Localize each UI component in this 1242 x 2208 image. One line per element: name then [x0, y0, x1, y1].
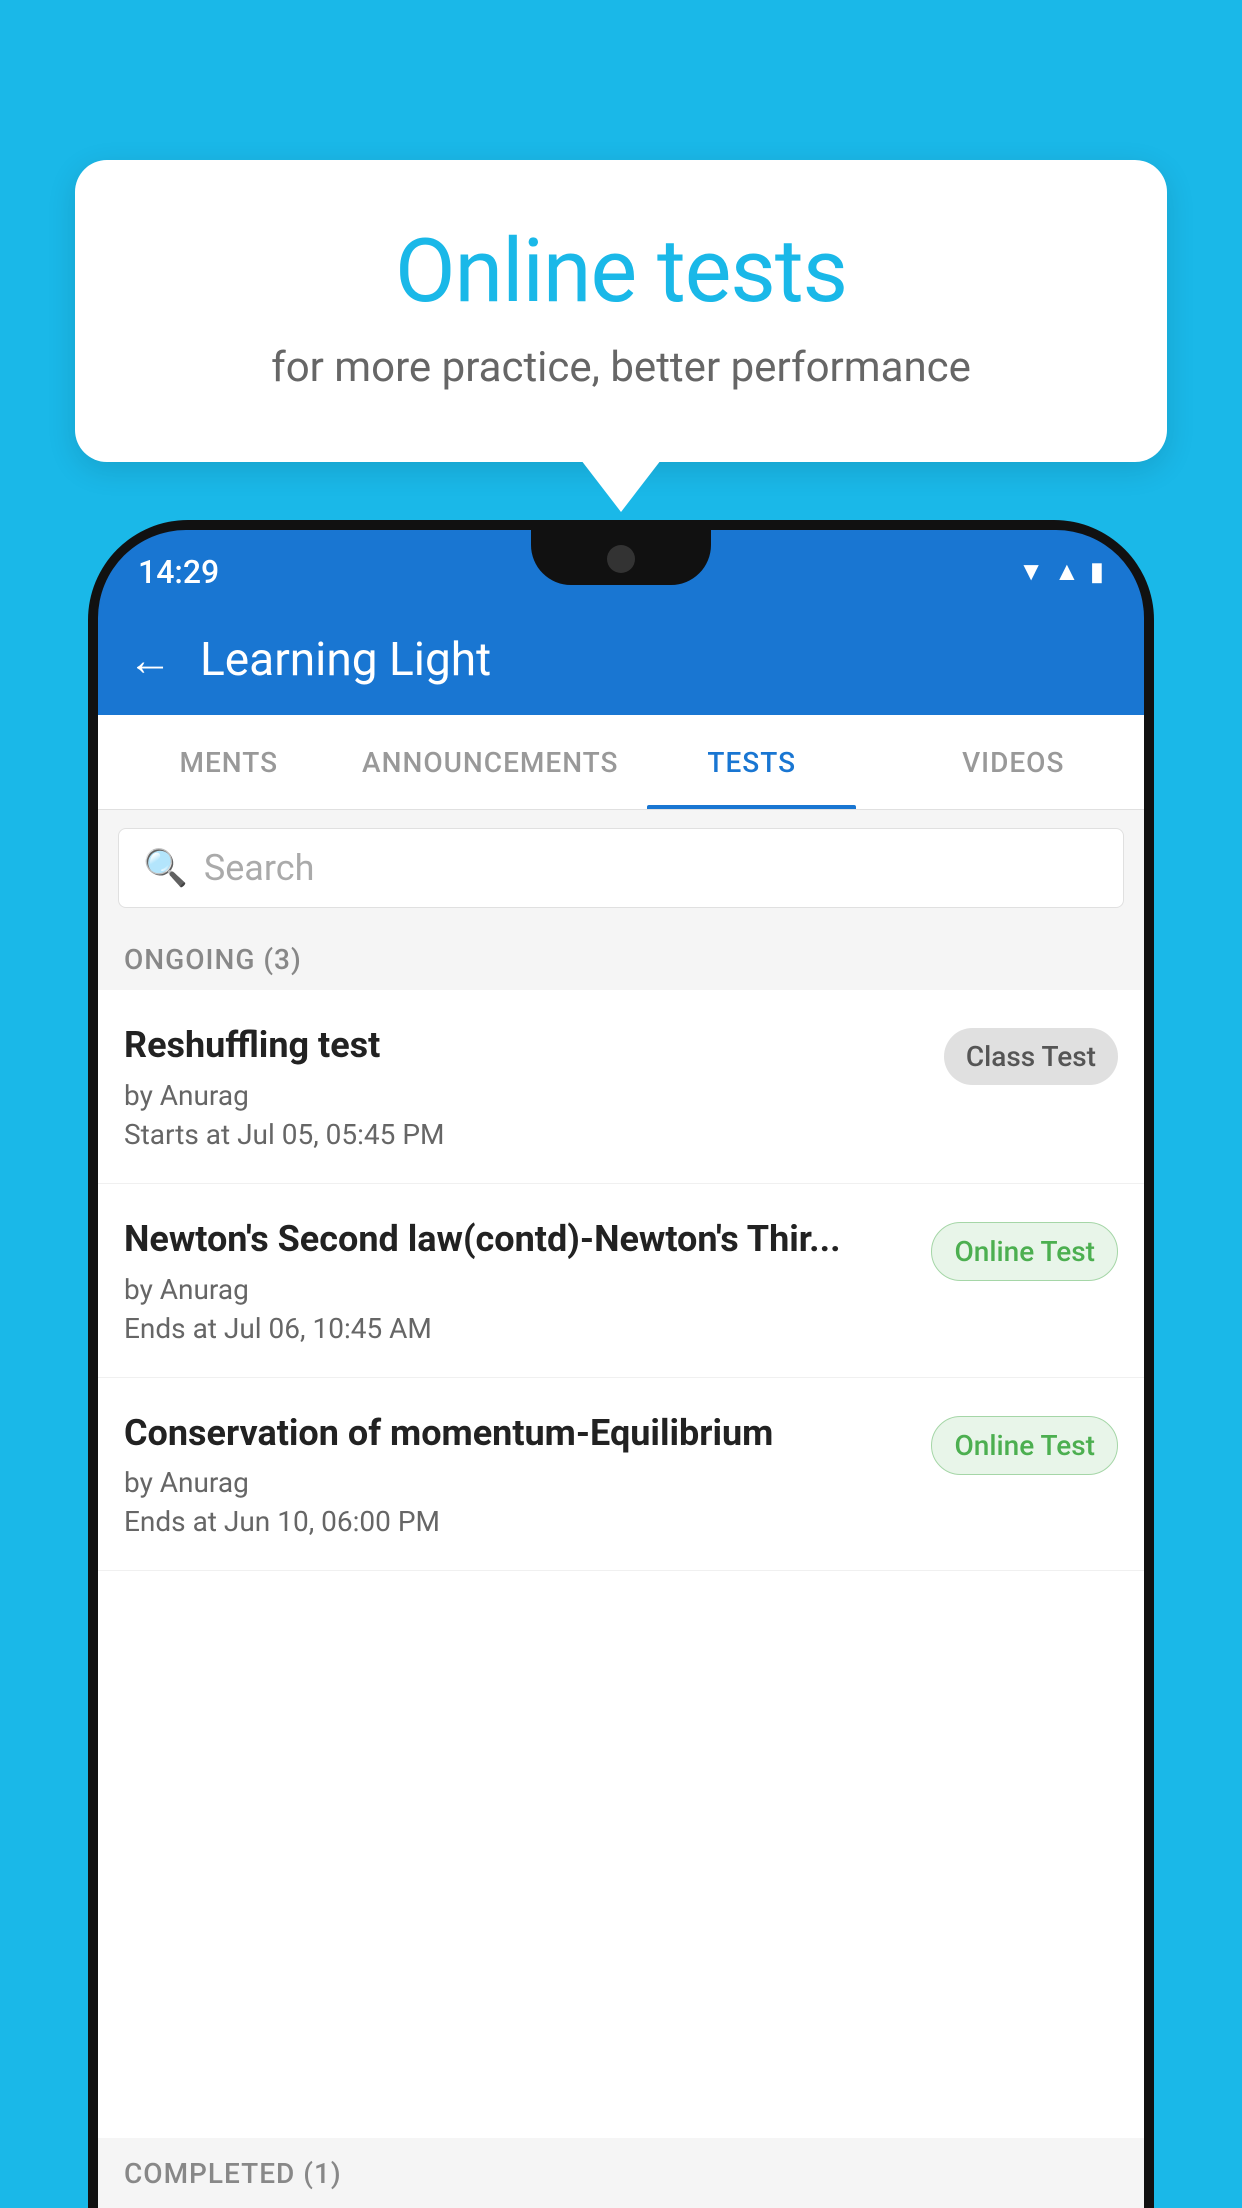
- test-list: Reshuffling test by Anurag Starts at Jul…: [98, 990, 1144, 2208]
- test-name: Newton's Second law(contd)-Newton's Thir…: [124, 1216, 911, 1263]
- bubble-title: Online tests: [125, 220, 1117, 323]
- search-icon: 🔍: [143, 847, 188, 889]
- tab-videos[interactable]: VIDEOS: [883, 715, 1145, 809]
- status-icons: ▼ ▲ ▮: [1018, 556, 1104, 587]
- test-item[interactable]: Conservation of momentum-Equilibrium by …: [98, 1378, 1144, 1572]
- completed-section: COMPLETED (1): [98, 2138, 1144, 2208]
- promo-bubble: Online tests for more practice, better p…: [75, 160, 1167, 462]
- camera: [607, 545, 635, 573]
- test-info: Reshuffling test by Anurag Starts at Jul…: [124, 1022, 944, 1151]
- battery-icon: ▮: [1090, 557, 1104, 587]
- tab-announcements[interactable]: ANNOUNCEMENTS: [360, 715, 622, 809]
- test-info: Conservation of momentum-Equilibrium by …: [124, 1410, 931, 1539]
- test-name: Conservation of momentum-Equilibrium: [124, 1410, 911, 1457]
- phone-mockup: 14:29 ▼ ▲ ▮ ← Learning Light MENTS ANNOU…: [88, 520, 1154, 2208]
- test-info: Newton's Second law(contd)-Newton's Thir…: [124, 1216, 931, 1345]
- test-by: by Anurag: [124, 1079, 924, 1112]
- test-item[interactable]: Reshuffling test by Anurag Starts at Jul…: [98, 990, 1144, 1184]
- test-by: by Anurag: [124, 1466, 911, 1499]
- tabs-bar: MENTS ANNOUNCEMENTS TESTS VIDEOS: [98, 715, 1144, 810]
- test-name: Reshuffling test: [124, 1022, 924, 1069]
- phone-screen: 14:29 ▼ ▲ ▮ ← Learning Light MENTS ANNOU…: [98, 530, 1144, 2208]
- wifi-icon: ▼: [1018, 556, 1044, 587]
- test-item[interactable]: Newton's Second law(contd)-Newton's Thir…: [98, 1184, 1144, 1378]
- signal-icon: ▲: [1054, 556, 1080, 587]
- test-date: Ends at Jun 10, 06:00 PM: [124, 1505, 911, 1538]
- tab-tests[interactable]: TESTS: [621, 715, 883, 809]
- test-by: by Anurag: [124, 1273, 911, 1306]
- search-box[interactable]: 🔍 Search: [118, 828, 1124, 908]
- tab-ments[interactable]: MENTS: [98, 715, 360, 809]
- phone-notch: [531, 530, 711, 585]
- test-date: Ends at Jul 06, 10:45 AM: [124, 1312, 911, 1345]
- status-time: 14:29: [138, 553, 219, 591]
- ongoing-section-header: ONGOING (3): [98, 925, 1144, 994]
- test-date: Starts at Jul 05, 05:45 PM: [124, 1118, 924, 1151]
- search-placeholder: Search: [204, 847, 315, 889]
- test-badge: Class Test: [944, 1028, 1118, 1085]
- app-title: Learning Light: [200, 633, 491, 687]
- app-bar: ← Learning Light: [98, 605, 1144, 715]
- back-button[interactable]: ←: [128, 634, 172, 686]
- test-badge: Online Test: [931, 1416, 1118, 1475]
- test-badge: Online Test: [931, 1222, 1118, 1281]
- completed-label: COMPLETED (1): [124, 2157, 342, 2190]
- ongoing-label: ONGOING (3): [124, 943, 302, 976]
- search-container: 🔍 Search: [98, 810, 1144, 926]
- bubble-subtitle: for more practice, better performance: [125, 343, 1117, 392]
